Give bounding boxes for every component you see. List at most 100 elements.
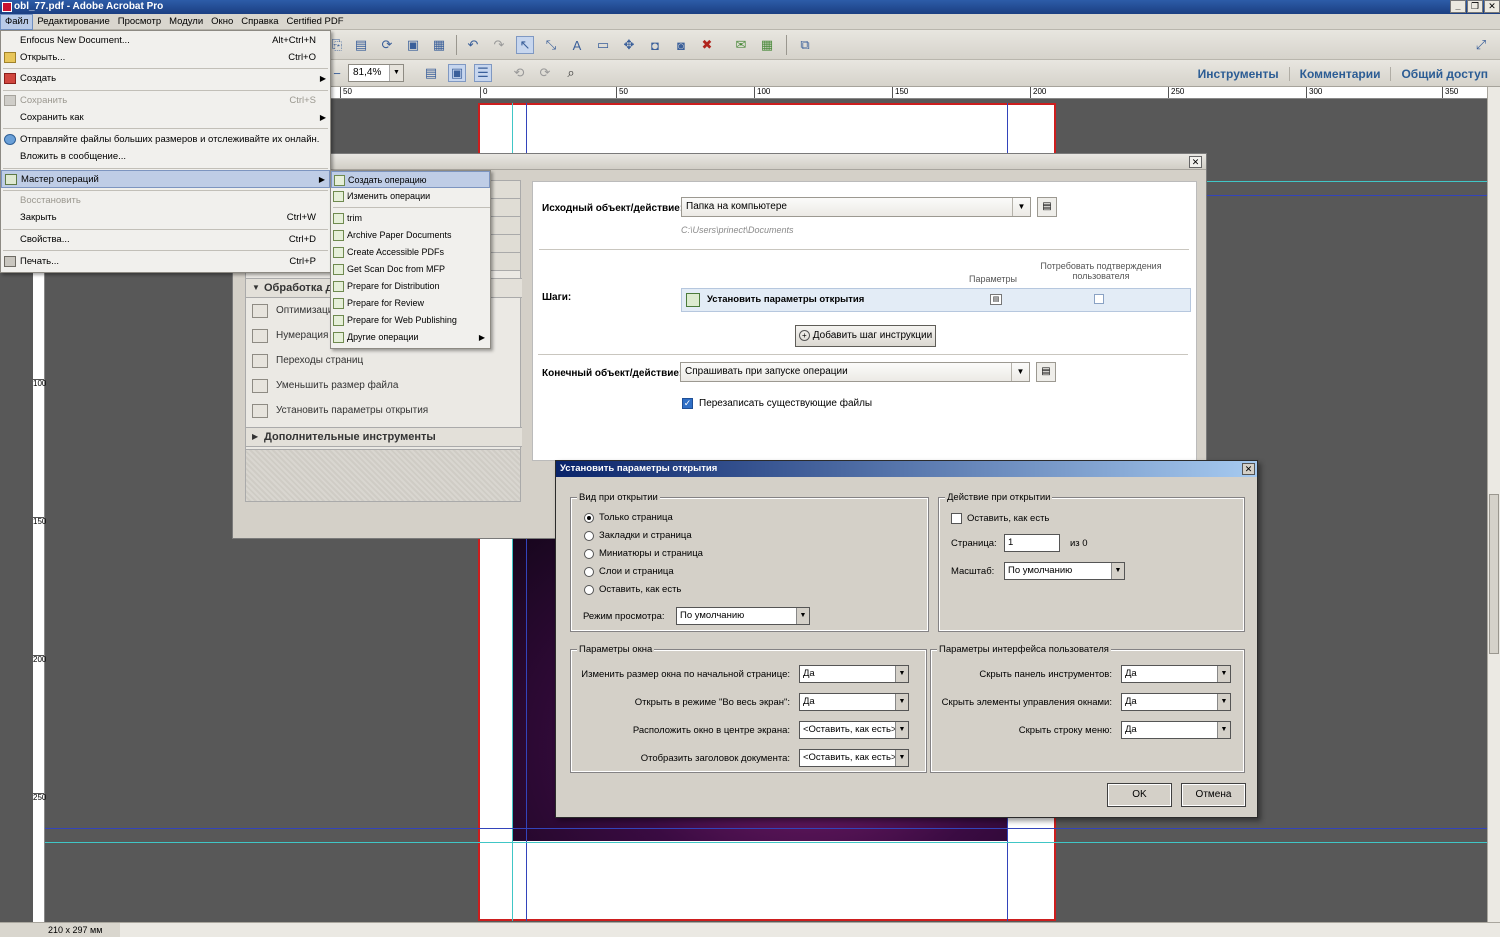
email-icon[interactable]: ✉ bbox=[732, 36, 750, 54]
center-window-select[interactable]: <Оставить, как есть> ▼ bbox=[799, 721, 909, 739]
tool-item-optimize[interactable]: Оптимизация bbox=[250, 301, 339, 321]
close-icon[interactable]: ✕ bbox=[1242, 463, 1255, 475]
chevron-down-icon[interactable]: ▼ bbox=[895, 694, 908, 710]
form-icon[interactable]: ▦ bbox=[758, 36, 776, 54]
find-icon[interactable]: ⌕ bbox=[562, 64, 580, 82]
tools-link[interactable]: Инструменты bbox=[1188, 66, 1290, 81]
share-link[interactable]: Общий доступ bbox=[1391, 67, 1490, 81]
submenu-item-trim[interactable]: trim bbox=[331, 210, 490, 227]
ok-button[interactable]: OK bbox=[1107, 783, 1172, 807]
submenu-item-review[interactable]: Prepare for Review bbox=[331, 295, 490, 312]
submenu-item-web-publishing[interactable]: Prepare for Web Publishing bbox=[331, 312, 490, 329]
chevron-down-icon[interactable]: ▼ bbox=[1111, 563, 1124, 579]
save-icon[interactable]: ▦ bbox=[430, 36, 448, 54]
comments-link[interactable]: Комментарии bbox=[1290, 66, 1392, 81]
submenu-item-create-action[interactable]: Создать операцию bbox=[331, 171, 490, 188]
chevron-down-icon[interactable]: ▼ bbox=[895, 666, 908, 682]
folder-open-icon[interactable]: ▣ bbox=[404, 36, 422, 54]
guide-line[interactable] bbox=[45, 842, 1487, 843]
chevron-down-icon[interactable]: ▼ bbox=[895, 750, 908, 766]
menu-window[interactable]: Окно bbox=[207, 14, 237, 30]
horizontal-scrollbar[interactable] bbox=[120, 922, 1500, 937]
confirm-checkbox[interactable] bbox=[1094, 294, 1104, 304]
zoom-input[interactable]: 81,4% ▼ bbox=[348, 64, 404, 82]
radio-thumbnails-page[interactable]: Миниатюры и страница bbox=[584, 548, 703, 562]
minimize-button[interactable]: _ bbox=[1450, 0, 1466, 13]
scroll-mode-icon[interactable]: ☰ bbox=[474, 64, 492, 82]
menu-item-open[interactable]: Открыть... Ctrl+O bbox=[1, 49, 330, 67]
vertical-scrollbar[interactable] bbox=[1487, 87, 1500, 922]
guide-line[interactable] bbox=[1207, 195, 1487, 196]
add-step-button[interactable]: + Добавить шаг инструкции bbox=[795, 325, 936, 347]
expand-icon[interactable]: ⤢ bbox=[1472, 36, 1490, 54]
hide-toolbar-select[interactable]: Да ▼ bbox=[1121, 665, 1231, 683]
menu-item-send-large-files[interactable]: Отправляйте файлы больших размеров и отс… bbox=[1, 131, 330, 149]
menu-file[interactable]: Файл bbox=[0, 13, 34, 30]
close-icon[interactable]: ✕ bbox=[1189, 156, 1202, 168]
source-options-button[interactable]: ▤ bbox=[1037, 197, 1057, 217]
menu-help[interactable]: Справка bbox=[237, 14, 282, 30]
overwrite-checkbox[interactable]: ✓ bbox=[682, 398, 693, 409]
chevron-down-icon[interactable]: ▼ bbox=[389, 65, 403, 81]
fit-page-icon[interactable]: ▤ bbox=[422, 64, 440, 82]
rotate-right-icon[interactable]: ⟳ bbox=[536, 64, 554, 82]
tool-item-open-options[interactable]: Установить параметры открытия bbox=[250, 401, 428, 421]
full-screen-select[interactable]: Да ▼ bbox=[799, 693, 909, 711]
menu-plugins[interactable]: Модули bbox=[165, 14, 207, 30]
destination-select[interactable]: Спрашивать при запуске операции ▼ bbox=[680, 362, 1030, 382]
radio-button[interactable] bbox=[584, 585, 594, 595]
submenu-item-scan[interactable]: Get Scan Doc from MFP bbox=[331, 261, 490, 278]
submenu-item-accessible[interactable]: Create Accessible PDFs bbox=[331, 244, 490, 261]
resize-window-select[interactable]: Да ▼ bbox=[799, 665, 909, 683]
tool-item-page-transitions[interactable]: Переходы страниц bbox=[250, 351, 363, 371]
page-input[interactable]: 1 bbox=[1004, 534, 1060, 552]
chevron-down-icon[interactable]: ▼ bbox=[1217, 722, 1230, 738]
radio-layers-page[interactable]: Слои и страница bbox=[584, 566, 674, 580]
guide-line[interactable] bbox=[45, 828, 1487, 829]
radio-page-only[interactable]: Только страница bbox=[584, 512, 673, 526]
share-icon[interactable]: ⟳ bbox=[378, 36, 396, 54]
link-tool-icon[interactable]: ▭ bbox=[594, 36, 612, 54]
keep-as-is-checkbox[interactable] bbox=[951, 513, 962, 524]
cancel-button[interactable]: Отмена bbox=[1181, 783, 1246, 807]
hide-menubar-select[interactable]: Да ▼ bbox=[1121, 721, 1231, 739]
combine-icon[interactable]: ▤ bbox=[352, 36, 370, 54]
group-header-more-tools[interactable]: ▶ Дополнительные инструменты bbox=[246, 427, 522, 447]
radio-button[interactable] bbox=[584, 567, 594, 577]
radio-button[interactable] bbox=[584, 513, 594, 523]
submenu-item-other-actions[interactable]: Другие операции ▶ bbox=[331, 329, 490, 346]
source-select[interactable]: Папка на компьютере ▼ bbox=[681, 197, 1031, 217]
destination-options-button[interactable]: ▤ bbox=[1036, 362, 1056, 382]
chevron-down-icon[interactable]: ▼ bbox=[1012, 198, 1030, 216]
hide-window-controls-select[interactable]: Да ▼ bbox=[1121, 693, 1231, 711]
close-window-button[interactable]: ✕ bbox=[1484, 0, 1500, 13]
view-mode-select[interactable]: По умолчанию ▼ bbox=[676, 607, 810, 625]
redo-icon[interactable]: ↷ bbox=[490, 36, 508, 54]
chevron-down-icon[interactable]: ▼ bbox=[1011, 363, 1029, 381]
preflight-icon[interactable]: ◙ bbox=[672, 36, 690, 54]
menu-item-print[interactable]: Печать... Ctrl+P bbox=[1, 253, 330, 271]
menu-item-create[interactable]: Создать ▶ bbox=[1, 70, 330, 88]
radio-button[interactable] bbox=[584, 531, 594, 541]
menu-item-revert[interactable]: Восстановить bbox=[1, 192, 330, 210]
menu-certified-pdf[interactable]: Certified PDF bbox=[283, 14, 348, 30]
submenu-item-edit-actions[interactable]: Изменить операции bbox=[331, 188, 490, 205]
menu-item-action-wizard[interactable]: Мастер операций ▶ bbox=[1, 170, 330, 188]
menu-item-save[interactable]: Сохранить Ctrl+S bbox=[1, 92, 330, 110]
menu-view[interactable]: Просмотр bbox=[114, 14, 165, 30]
show-title-select[interactable]: <Оставить, как есть> ▼ bbox=[799, 749, 909, 767]
text-tool-icon[interactable]: A bbox=[568, 36, 586, 54]
step-row[interactable]: Установить параметры открытия ▤ bbox=[681, 288, 1191, 312]
scale-select[interactable]: По умолчанию ▼ bbox=[1004, 562, 1125, 580]
menu-item-enfocus-new[interactable]: Enfocus New Document... Alt+Ctrl+N bbox=[1, 32, 330, 50]
submenu-item-distribution[interactable]: Prepare for Distribution bbox=[331, 278, 490, 295]
radio-bookmarks-page[interactable]: Закладки и страница bbox=[584, 530, 692, 544]
restore-button[interactable]: ❐ bbox=[1467, 0, 1483, 13]
menu-item-properties[interactable]: Свойства... Ctrl+D bbox=[1, 231, 330, 249]
touchup-object-icon[interactable]: ⤡ bbox=[542, 36, 560, 54]
tool-item-reduce-size[interactable]: Уменьшить размер файла bbox=[250, 376, 398, 396]
delete-icon[interactable]: ✖ bbox=[698, 36, 716, 54]
screen-capture-icon[interactable]: ⧉ bbox=[796, 36, 814, 54]
guide-line[interactable] bbox=[1207, 181, 1487, 182]
image-tool-icon[interactable]: ◘ bbox=[646, 36, 664, 54]
